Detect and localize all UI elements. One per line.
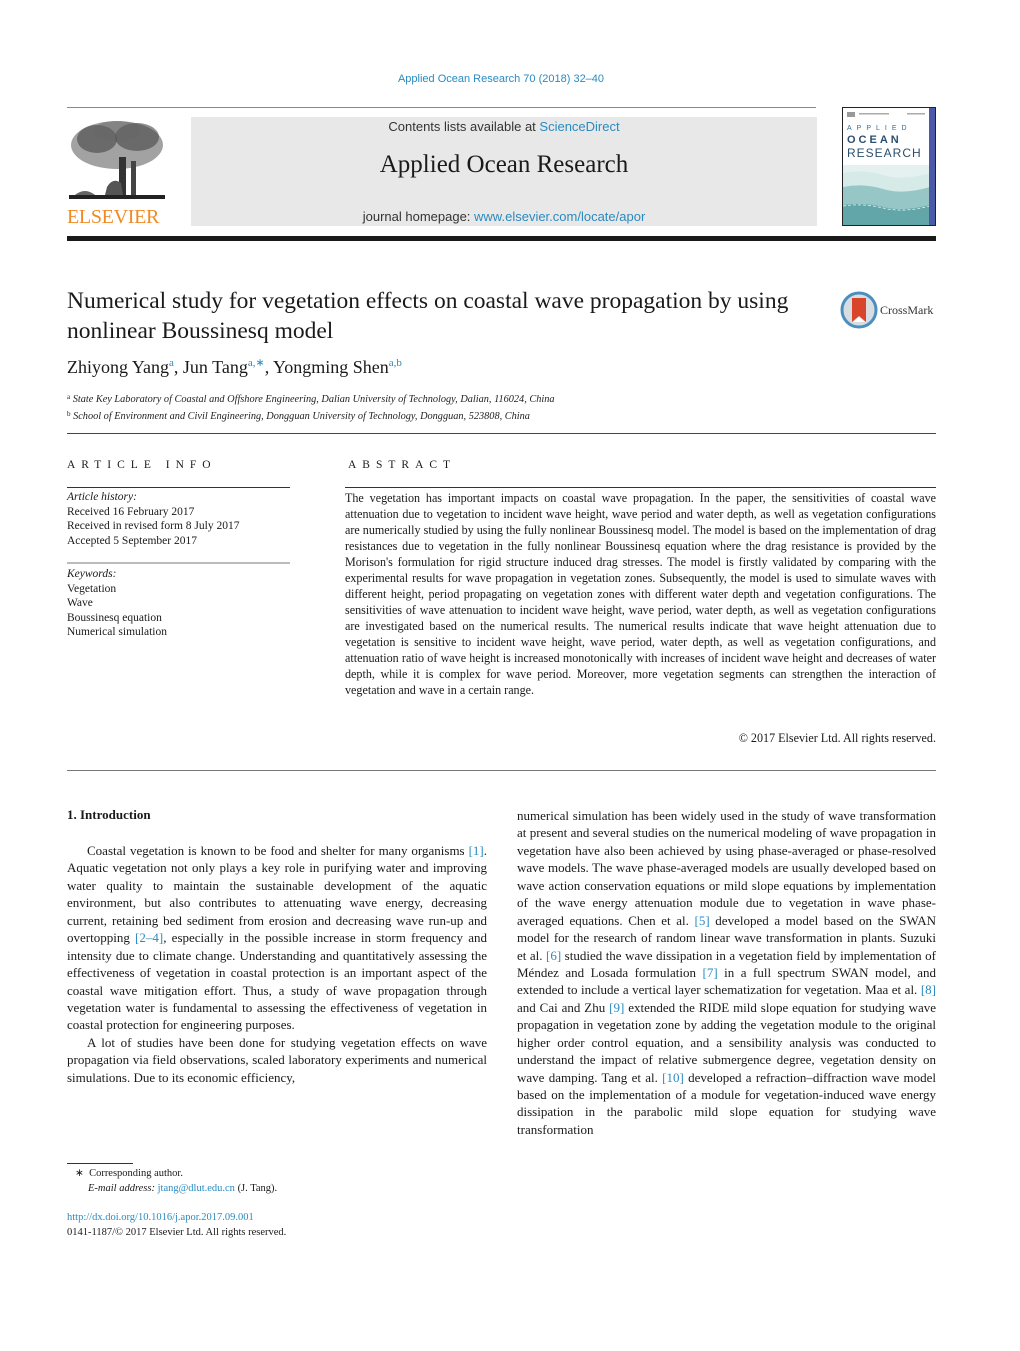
abstract-bottom-rule <box>67 770 936 771</box>
author-name[interactable]: Yongming Shen <box>273 357 389 377</box>
section-heading-introduction: 1. Introduction <box>67 807 151 822</box>
citation-link[interactable]: [10] <box>662 1070 684 1085</box>
keywords-heading: Keywords: <box>67 568 117 580</box>
article-info-rule <box>67 487 290 488</box>
contents-prefix: Contents lists available at <box>388 119 540 134</box>
email-note: E-mail address: jtang@dlut.edu.cn (J. Ta… <box>75 1182 277 1197</box>
affiliation-marker: a <box>67 393 71 401</box>
paragraph-text: Coastal vegetation is known to be food a… <box>87 843 469 858</box>
abstract-rule <box>345 487 936 488</box>
article-info-heading: ARTICLE INFO <box>67 459 217 471</box>
cover-wave-art <box>843 165 930 225</box>
footnote-marker: ∗ <box>75 1168 84 1179</box>
cover-title-line1: APPLIED <box>847 125 912 132</box>
affiliations: a State Key Laboratory of Coastal and Of… <box>67 390 555 424</box>
crossmark-button[interactable]: CrossMark <box>840 291 940 329</box>
citation-link[interactable]: [5] <box>695 913 710 928</box>
keyword: Wave <box>67 597 93 609</box>
citation-link[interactable]: [9] <box>609 1000 624 1015</box>
paper-title: Numerical study for vegetation effects o… <box>67 288 789 344</box>
history-entry: Received 16 February 2017 <box>67 505 195 518</box>
citation-link[interactable]: [7] <box>703 965 718 980</box>
abstract-body: The vegetation has important impacts on … <box>345 491 936 698</box>
author-affiliation-marker[interactable]: a,b <box>389 357 402 369</box>
cover-header-bar <box>847 111 927 117</box>
footnotes: ∗ Corresponding author. E-mail address: … <box>75 1167 277 1196</box>
front-matter-divider <box>67 433 936 434</box>
citation-link[interactable]: [8] <box>921 982 936 997</box>
author-name[interactable]: Jun Tang <box>183 357 248 377</box>
journal-cover-thumbnail[interactable]: APPLIED OCEAN RESEARCH <box>842 107 936 226</box>
author-list: Zhiyong Yanga, Jun Tanga,∗, Yongming She… <box>67 357 402 377</box>
masthead-bottom-rule <box>67 236 936 241</box>
elsevier-logo[interactable]: ELSEVIER <box>67 117 167 229</box>
affiliation-item: b School of Environment and Civil Engine… <box>67 407 555 424</box>
paragraph-text: , especially in the possible increase in… <box>67 930 488 1033</box>
body-paragraph: numerical simulation has been widely use… <box>517 807 936 1138</box>
history-entry: Accepted 5 September 2017 <box>67 534 197 547</box>
doi-link[interactable]: http://dx.doi.org/10.1016/j.apor.2017.09… <box>67 1212 254 1223</box>
cover-title-line2: OCEAN <box>847 134 902 146</box>
journal-citation-link[interactable]: Applied Ocean Research 70 (2018) 32–40 <box>0 73 1002 85</box>
author-name[interactable]: Zhiyong Yang <box>67 357 169 377</box>
affiliation-text: School of Environment and Civil Engineer… <box>73 411 530 422</box>
email-label: E-mail address: <box>88 1182 158 1194</box>
abstract-heading: ABSTRACT <box>348 459 457 471</box>
abstract-copyright: © 2017 Elsevier Ltd. All rights reserved… <box>738 731 936 745</box>
history-entry: Received in revised form 8 July 2017 <box>67 520 240 532</box>
citation-link[interactable]: [6] <box>546 948 561 963</box>
cover-spine-strip <box>929 108 935 225</box>
affiliation-marker: b <box>67 410 71 418</box>
header-divider <box>67 107 816 108</box>
email-suffix: (J. Tang). <box>234 1182 278 1194</box>
citation-link[interactable]: [1] <box>469 843 484 858</box>
sciencedirect-link[interactable]: ScienceDirect <box>539 119 619 134</box>
affiliation-item: a State Key Laboratory of Coastal and Of… <box>67 390 555 407</box>
homepage-line: journal homepage: www.elsevier.com/locat… <box>191 209 817 224</box>
body-paragraph: A lot of studies have been done for stud… <box>67 1034 487 1085</box>
cover-title-line3: RESEARCH <box>847 146 922 160</box>
citation-link[interactable]: [2–4] <box>135 930 163 945</box>
author-affiliation-marker[interactable]: a <box>169 357 174 369</box>
doi-block: http://dx.doi.org/10.1016/j.apor.2017.09… <box>67 1211 286 1240</box>
keywords-rule <box>67 562 290 564</box>
keyword: Boussinesq equation <box>67 611 162 624</box>
corresponding-author-note: ∗ Corresponding author. <box>75 1167 277 1182</box>
author-affiliation-marker[interactable]: a,∗ <box>248 357 265 369</box>
journal-homepage-link[interactable]: www.elsevier.com/locate/apor <box>474 209 645 224</box>
journal-title: Applied Ocean Research <box>379 151 629 178</box>
journal-masthead: Contents lists available at ScienceDirec… <box>191 117 817 226</box>
contents-line: Contents lists available at ScienceDirec… <box>191 119 817 134</box>
corresponding-author-text: Corresponding author. <box>89 1168 183 1179</box>
article-history: Article history: Received 16 February 20… <box>67 490 239 548</box>
body-column-left: Coastal vegetation is known to be food a… <box>67 842 487 1086</box>
elsevier-tree-icon <box>69 121 165 199</box>
elsevier-wordmark: ELSEVIER <box>67 206 160 228</box>
keyword: Numerical simulation <box>67 626 167 638</box>
issn-copyright: 0141-1187/© 2017 Elsevier Ltd. All right… <box>67 1226 287 1238</box>
paragraph-text: numerical simulation has been widely use… <box>517 808 936 928</box>
keywords: Keywords: Vegetation Wave Boussinesq equ… <box>67 567 167 640</box>
crossmark-label: CrossMark <box>880 303 934 317</box>
body-column-right: numerical simulation has been widely use… <box>517 807 936 1138</box>
paragraph-text: and Cai and Zhu <box>517 999 610 1015</box>
article-history-heading: Article history: <box>67 491 137 503</box>
crossmark-icon <box>840 291 878 329</box>
homepage-prefix: journal homepage: <box>362 209 475 224</box>
affiliation-text: State Key Laboratory of Coastal and Offs… <box>72 394 555 405</box>
footnote-rule <box>67 1163 133 1164</box>
keyword: Vegetation <box>67 582 117 595</box>
email-link[interactable]: jtang@dlut.edu.cn <box>158 1183 235 1194</box>
body-paragraph: Coastal vegetation is known to be food a… <box>67 842 487 1034</box>
